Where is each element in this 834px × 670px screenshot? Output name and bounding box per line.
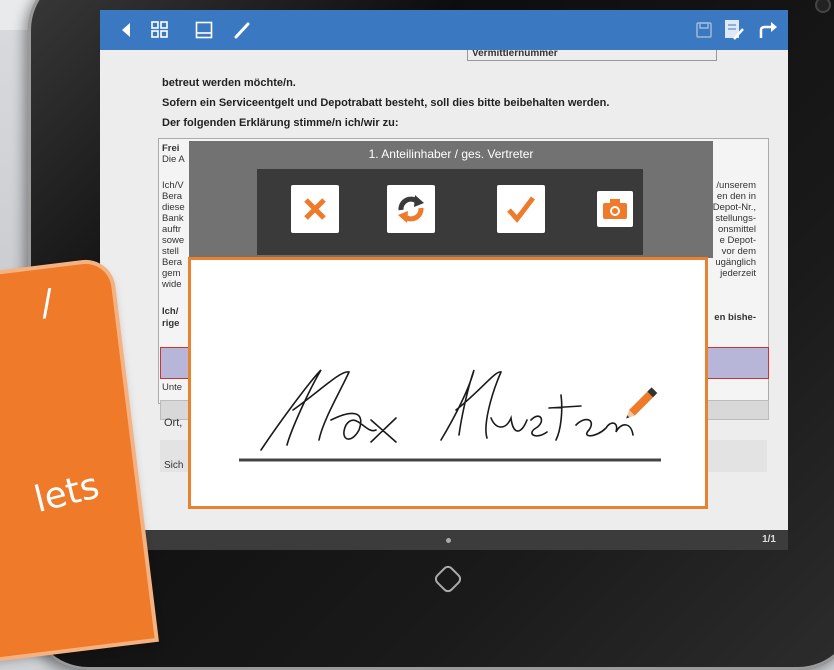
frag-left: Frei xyxy=(162,143,180,154)
frag-right: jederzeit xyxy=(720,268,756,279)
app-screen: Vermittlernummer betreut werden möchte/n… xyxy=(100,10,788,550)
back-icon[interactable] xyxy=(114,18,138,42)
tablet-frame: Vermittlernummer betreut werden möchte/n… xyxy=(28,0,834,670)
frag-right: en bishe- xyxy=(714,312,756,323)
frag-right: /unserem xyxy=(716,180,756,191)
frag-right: e Depot- xyxy=(719,235,756,246)
pencil-icon xyxy=(626,387,658,419)
bottom-bar: 1/1 xyxy=(100,530,788,550)
frag-right: onsmittel xyxy=(717,224,756,235)
doc-line-1: betreut werden möchte/n. xyxy=(162,77,296,89)
doc-line-2: Sofern ein Serviceentgelt und Depotrabat… xyxy=(162,97,610,109)
grid-icon[interactable] xyxy=(148,18,172,42)
vermittlernummer-label: Vermittlernummer xyxy=(472,50,558,59)
check-icon xyxy=(507,196,535,223)
pen-icon[interactable] xyxy=(230,18,254,42)
frag-left: Ich/ xyxy=(162,306,179,317)
frag-left: rige xyxy=(162,318,180,329)
frag-left: auftr xyxy=(162,224,182,235)
signature-pad[interactable] xyxy=(188,257,708,509)
top-toolbar xyxy=(100,10,788,50)
page-icon[interactable] xyxy=(192,18,216,42)
page-indicator: 1/1 xyxy=(762,534,776,545)
document-edit-icon[interactable] xyxy=(722,18,746,42)
frag-right: stellungs- xyxy=(715,213,756,224)
frag-right: Depot-Nr., xyxy=(712,202,756,213)
frag-right: ugänglich xyxy=(715,257,756,268)
promo-mark: / xyxy=(38,282,56,325)
sich-label: Sich xyxy=(164,460,184,471)
signature-dialog-header: 1. Anteilinhaber / ges. Vertreter xyxy=(189,141,713,258)
frag-left: Bera xyxy=(162,257,183,268)
under-label: Unte xyxy=(162,382,183,393)
promo-text: lets xyxy=(30,465,104,521)
tablet-camera xyxy=(815,0,831,13)
home-button[interactable] xyxy=(429,560,467,598)
frag-left: diese xyxy=(162,202,185,213)
reset-button[interactable] xyxy=(387,185,435,233)
frag-left: wide xyxy=(162,279,182,290)
cancel-button[interactable] xyxy=(291,185,339,233)
signature-drawing xyxy=(239,369,661,462)
frag-left: Ich/V xyxy=(162,180,184,191)
save-icon[interactable] xyxy=(692,18,716,42)
frag-right: en den in xyxy=(716,191,756,202)
share-icon[interactable] xyxy=(756,18,780,42)
confirm-button[interactable] xyxy=(497,185,545,233)
frag-left: stell xyxy=(162,246,179,257)
dialog-title: 1. Anteilinhaber / ges. Vertreter xyxy=(368,147,534,161)
frag-left: Bank xyxy=(162,213,184,224)
refresh-icon xyxy=(398,195,424,223)
camera-button[interactable] xyxy=(597,191,633,227)
dialog-toolbar xyxy=(257,169,643,255)
frag-left: gem xyxy=(162,268,181,279)
frag-left: Bera xyxy=(162,191,183,202)
frag-right: vor dem xyxy=(721,246,756,257)
camera-icon xyxy=(603,199,627,219)
field-vermittlernummer: Vermittlernummer xyxy=(467,50,717,61)
page-dot xyxy=(446,538,451,543)
close-icon xyxy=(304,198,326,220)
ort-label: Ort, xyxy=(164,417,183,429)
doc-line-3: Der folgenden Erklärung stimme/n ich/wir… xyxy=(162,117,399,129)
frag-left: sowe xyxy=(162,235,185,246)
frag-left: Die A xyxy=(162,154,185,165)
